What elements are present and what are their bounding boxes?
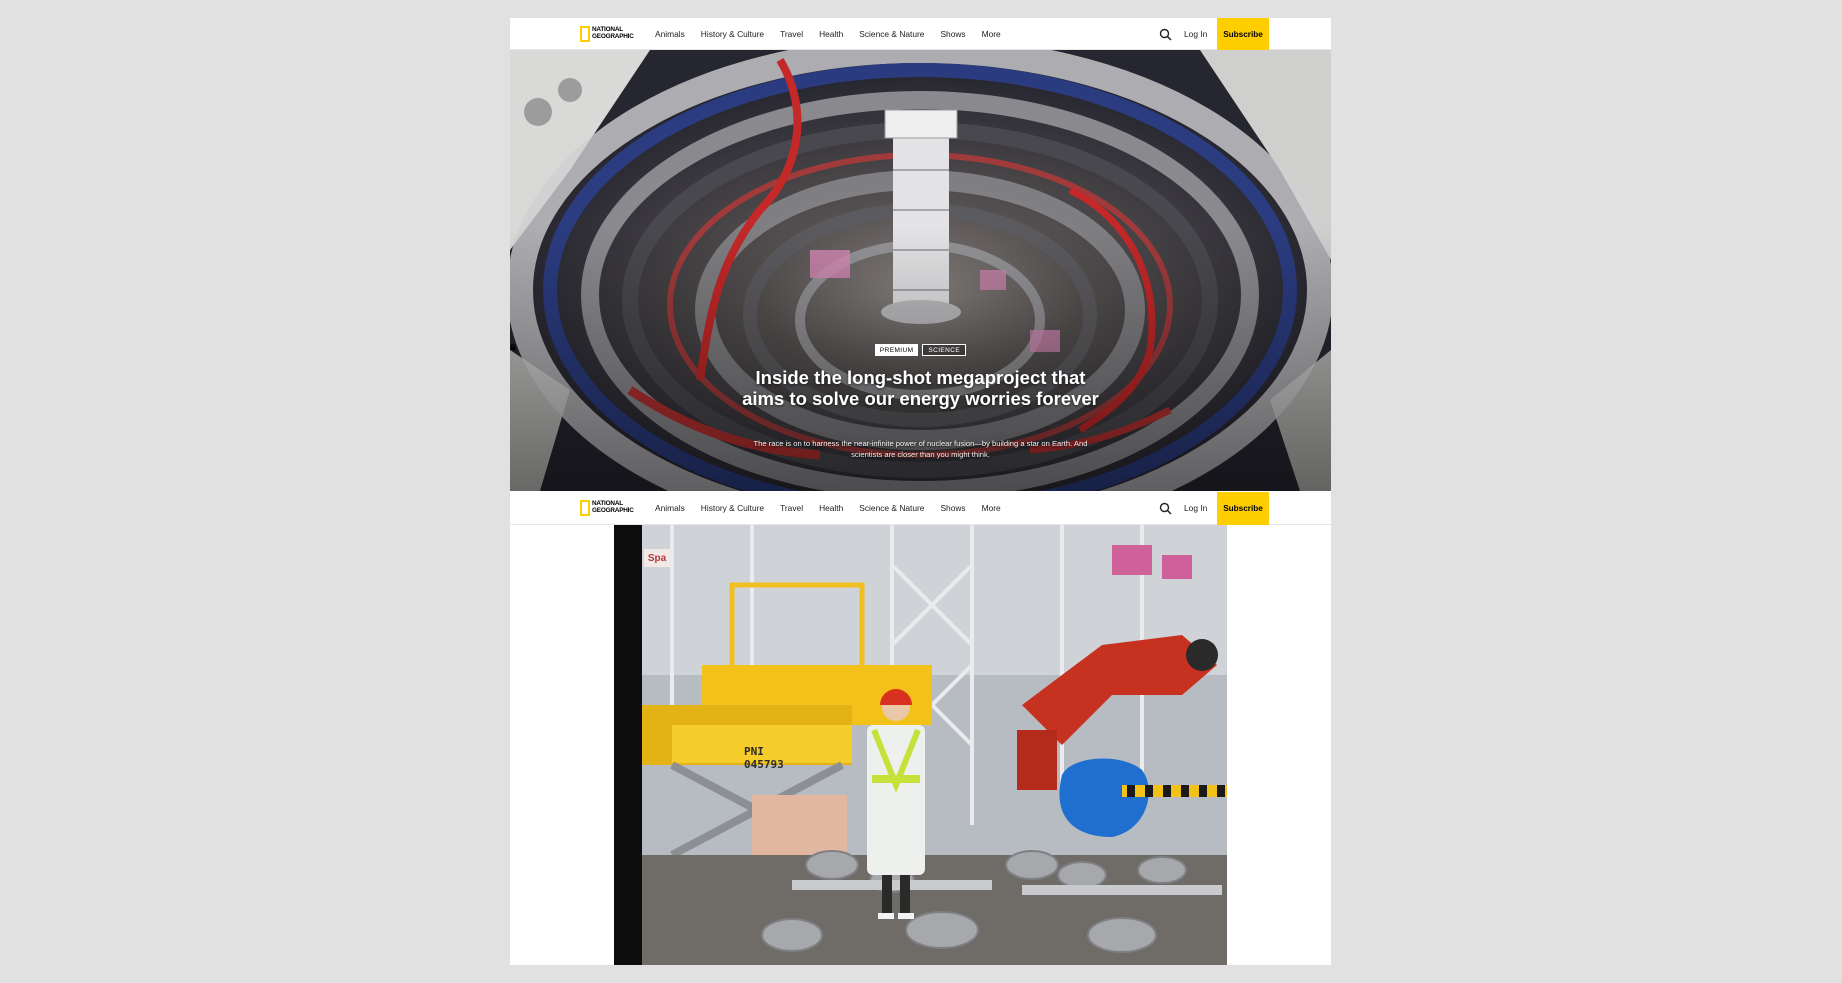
nav-item-science-nature[interactable]: Science & Nature — [859, 29, 924, 39]
nav-item-animals[interactable]: Animals — [655, 503, 685, 513]
premium-badge: PREMIUM — [510, 344, 919, 356]
nav-item-more[interactable]: More — [982, 503, 1001, 513]
nav-item-history-culture[interactable]: History & Culture — [701, 503, 764, 513]
top-navigation-bar: NATIONAL GEOGRAPHIC Animals History & Cu… — [510, 18, 1331, 50]
nav-item-science-nature[interactable]: Science & Nature — [859, 503, 924, 513]
nav-item-history-culture[interactable]: History & Culture — [701, 29, 764, 39]
logo-wordmark: NATIONAL GEOGRAPHIC — [592, 500, 634, 514]
hero-image: PREMIUM SCIENCE Inside the long-shot meg… — [510, 50, 1331, 491]
hero-gradient-overlay — [510, 50, 1331, 491]
article-dek: The race is on to harness the near-infin… — [753, 439, 1088, 459]
nav-item-health[interactable]: Health — [819, 29, 843, 39]
nav-item-travel[interactable]: Travel — [780, 503, 803, 513]
sticky-navigation-bar: NATIONAL GEOGRAPHIC Animals History & Cu… — [510, 492, 1331, 525]
wall-sign: Spa — [644, 549, 670, 567]
nav-item-animals[interactable]: Animals — [655, 29, 685, 39]
nav-item-shows[interactable]: Shows — [940, 29, 965, 39]
category-badge-science[interactable]: SCIENCE — [922, 344, 967, 356]
yellow-border-logo-icon — [580, 500, 590, 516]
logo-wordmark: NATIONAL GEOGRAPHIC — [592, 26, 634, 40]
nav-item-more[interactable]: More — [982, 29, 1001, 39]
nav-item-health[interactable]: Health — [819, 503, 843, 513]
main-menu: Animals History & Culture Travel Health … — [655, 18, 1017, 50]
article-photo-frame: Spa PNI 045793 — [614, 525, 1227, 965]
national-geographic-logo[interactable]: NATIONAL GEOGRAPHIC — [580, 499, 634, 517]
nav-item-shows[interactable]: Shows — [940, 503, 965, 513]
search-icon[interactable] — [1159, 502, 1172, 515]
article-page: NATIONAL GEOGRAPHIC Animals History & Cu… — [510, 18, 1331, 965]
nav-item-travel[interactable]: Travel — [780, 29, 803, 39]
article-badges: PREMIUM SCIENCE — [510, 344, 1331, 356]
search-icon[interactable] — [1159, 28, 1172, 41]
yellow-border-logo-icon — [580, 26, 590, 42]
national-geographic-logo[interactable]: NATIONAL GEOGRAPHIC — [580, 25, 634, 43]
subscribe-button[interactable]: Subscribe — [1217, 18, 1269, 50]
login-link[interactable]: Log In — [1184, 18, 1207, 50]
lock-icon — [510, 344, 516, 350]
login-link[interactable]: Log In — [1184, 492, 1207, 524]
equipment-label: PNI 045793 — [744, 745, 784, 771]
facility-scene-illustration — [642, 525, 1227, 965]
subscribe-button[interactable]: Subscribe — [1217, 492, 1269, 525]
main-menu: Animals History & Culture Travel Health … — [655, 492, 1017, 524]
article-headline: Inside the long-shot megaproject that ai… — [742, 367, 1099, 409]
article-photo-worker-in-facility: Spa PNI 045793 — [642, 525, 1227, 965]
